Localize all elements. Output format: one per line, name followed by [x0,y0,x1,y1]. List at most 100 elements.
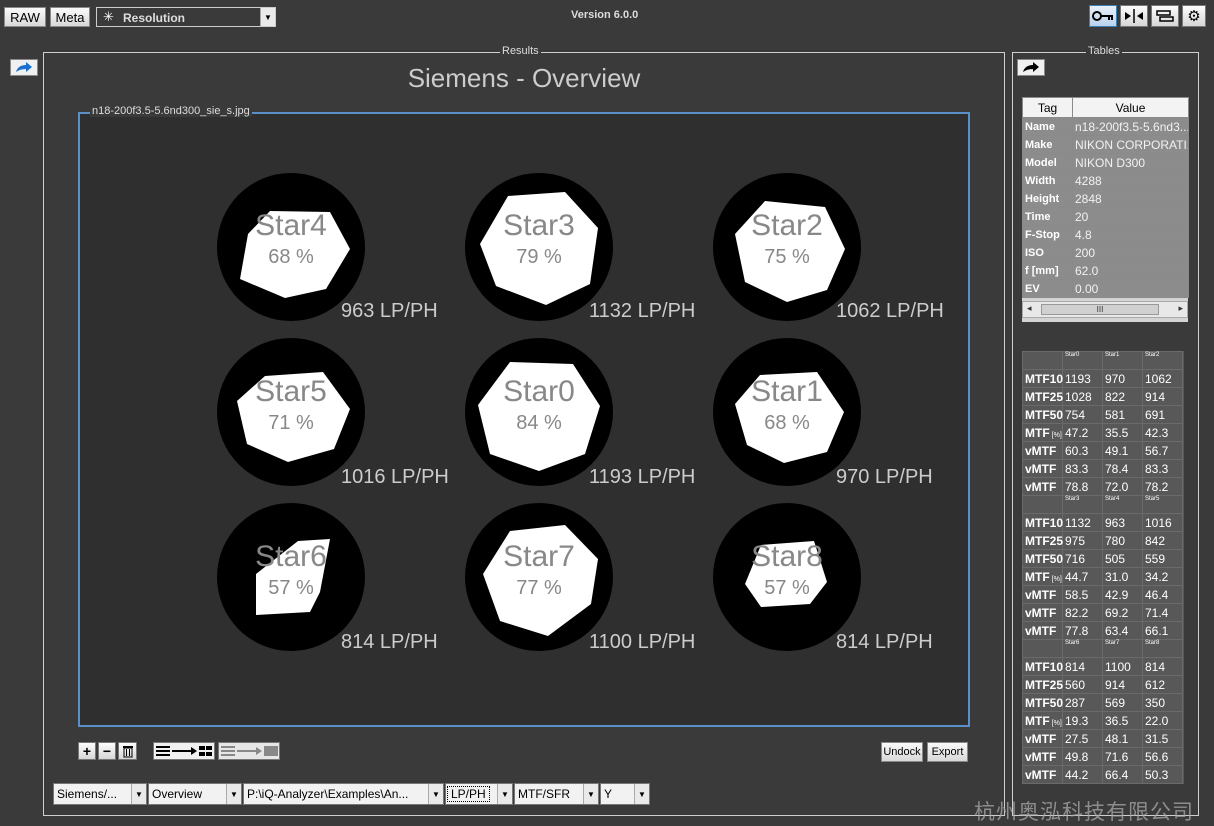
arrow-right-icon [1023,61,1039,72]
chevron-down-icon: ▼ [131,784,146,804]
channel-select[interactable]: Y ▼ [600,783,650,805]
value-header[interactable]: Value [1072,97,1189,118]
scroll-thumb[interactable]: III [1041,304,1159,315]
zoom-in-button[interactable]: + [78,742,96,760]
row-label: MTF50 [1025,695,1064,710]
star5-lp: 1016 LP/PH [341,466,449,488]
value-cell: 44.2 [1062,765,1103,784]
settings-button[interactable]: ⚙ [1182,5,1206,27]
row-label-cell: MTF [%] [1022,423,1063,442]
view-select[interactable]: Overview ▼ [148,783,242,805]
table-row[interactable]: f [mm] 62.0 [1022,261,1189,280]
table-row[interactable]: Make NIKON CORPORATI... [1022,135,1189,154]
value-cell: 72.0 [1102,477,1143,496]
mtf-table: Star0 Star1 Star2 MTF10 1193 970 1062 MTF25 1028… [1022,351,1183,784]
compare-tool-button[interactable] [1120,5,1148,27]
table-row[interactable]: vMTF 27.5 48.1 31.5 [1022,729,1183,748]
table-row[interactable]: MTF [%] 44.7 31.0 34.2 [1022,567,1183,586]
zoom-out-button[interactable]: − [98,742,116,760]
table-row[interactable]: vMTF 49.8 71.6 56.6 [1022,747,1183,766]
left-panel-toggle[interactable] [10,59,38,76]
tag-cell: Name [1022,117,1073,136]
key-tool-button[interactable] [1089,5,1117,27]
undock-button[interactable]: Undock [881,742,923,762]
star6-name: Star6 [255,540,327,573]
table-row[interactable]: MTF25 1028 822 914 [1022,387,1183,406]
star1-percent: 68 % [764,412,810,434]
star3-percent: 79 % [516,246,562,268]
table-row[interactable]: Time 20 [1022,207,1189,226]
star7-lp: 1100 LP/PH [589,631,696,653]
table-row[interactable]: MTF10 1193 970 1062 [1022,369,1183,388]
table-row[interactable]: MTF50 754 581 691 [1022,405,1183,424]
table-row[interactable]: MTF10 1132 963 1016 [1022,513,1183,532]
table-row[interactable]: MTF25 560 914 612 [1022,675,1183,694]
value-cell: 350 [1142,693,1183,712]
table-row[interactable]: vMTF 44.2 66.4 50.3 [1022,765,1183,784]
table-row[interactable]: vMTF 82.2 69.2 71.4 [1022,603,1183,622]
horizontal-scrollbar[interactable]: ◂ III ▸ [1022,301,1188,318]
table-row[interactable]: vMTF 77.8 63.4 66.1 [1022,621,1183,640]
table-row[interactable]: Width 4288 [1022,171,1189,190]
value-cell: 66.1 [1142,621,1183,640]
table-row[interactable]: EV 0.00 [1022,279,1189,298]
list-to-grid-icon [156,746,212,756]
table-row[interactable]: MTF10 814 1100 814 [1022,657,1183,676]
table-row[interactable]: vMTF 58.5 42.9 46.4 [1022,585,1183,604]
tables-panel-toggle[interactable] [1017,59,1045,76]
star4-lp: 963 LP/PH [341,300,438,322]
star7-name: Star7 [503,540,575,573]
metric-select[interactable]: MTF/SFR ▼ [514,783,599,805]
value-cell: 754 [1062,405,1103,424]
path-select[interactable]: P:\iQ-Analyzer\Examples\An... ▼ [243,783,444,805]
value-cell: 78.2 [1142,477,1183,496]
layout-grid-button[interactable] [153,742,215,760]
row-label: MTF [1025,713,1050,728]
table-row[interactable]: vMTF 78.8 72.0 78.2 [1022,477,1183,496]
table-row[interactable]: F-Stop 4.8 [1022,225,1189,244]
mtf-header-row: Star0 Star1 Star2 [1022,351,1183,370]
row-label-cell: vMTF [1022,477,1063,496]
value-cell: 560 [1062,675,1103,694]
value-cell: 975 [1062,531,1103,550]
star6-lp: 814 LP/PH [341,631,438,653]
star-column-header: Star1 [1102,351,1143,370]
chart-type-select[interactable]: Siemens/... ▼ [53,783,147,805]
value-cell: 1100 [1102,657,1143,676]
star2-name: Star2 [751,209,823,242]
scroll-right-icon[interactable]: ▸ [1178,303,1183,314]
star5-name: Star5 [255,375,327,408]
scroll-left-icon[interactable]: ◂ [1027,303,1032,314]
table-row[interactable]: Name n18-200f3.5-5.6nd3... [1022,117,1189,136]
table-row[interactable]: vMTF 60.3 49.1 56.7 [1022,441,1183,460]
star3-name: Star3 [503,209,575,242]
delete-button[interactable] [118,742,137,760]
row-label-cell: MTF [%] [1022,711,1063,730]
table-row[interactable]: MTF50 716 505 559 [1022,549,1183,568]
row-label: MTF [1025,569,1050,584]
value-cell: 58.5 [1062,585,1103,604]
module-select-value: Resolution [123,11,185,25]
export-button[interactable]: Export [927,742,968,762]
raw-button[interactable]: RAW [4,7,46,27]
unit-select[interactable]: LP/PH ▼ [445,783,513,805]
value-cell: 1062 [1142,369,1183,388]
table-row[interactable]: Height 2848 [1022,189,1189,208]
table-row[interactable]: ISO 200 [1022,243,1189,262]
module-select[interactable]: ✳ Resolution ▼ [96,7,276,27]
star-grid: Star4 68 % 963 LP/PH Star3 79 % 1132 LP/… [80,114,968,725]
swap-tool-button[interactable] [1151,5,1179,27]
table-row[interactable]: MTF [%] 47.2 35.5 42.3 [1022,423,1183,442]
tag-header[interactable]: Tag [1022,97,1073,118]
value-cell: 48.1 [1102,729,1143,748]
table-row[interactable]: MTF [%] 19.3 36.5 22.0 [1022,711,1183,730]
layout-single-button[interactable] [218,742,280,760]
table-row[interactable]: MTF25 975 780 842 [1022,531,1183,550]
value-cell: 60.3 [1062,441,1103,460]
table-row[interactable]: Model NIKON D300 [1022,153,1189,172]
meta-button[interactable]: Meta [50,7,90,27]
table-row[interactable]: MTF50 287 569 350 [1022,693,1183,712]
table-row[interactable]: vMTF 83.3 78.4 83.3 [1022,459,1183,478]
row-label-cell: MTF25 [1022,675,1063,694]
mtf-table-container: Star0 Star1 Star2 MTF10 1193 970 1062 MTF25 1028… [1022,351,1184,784]
